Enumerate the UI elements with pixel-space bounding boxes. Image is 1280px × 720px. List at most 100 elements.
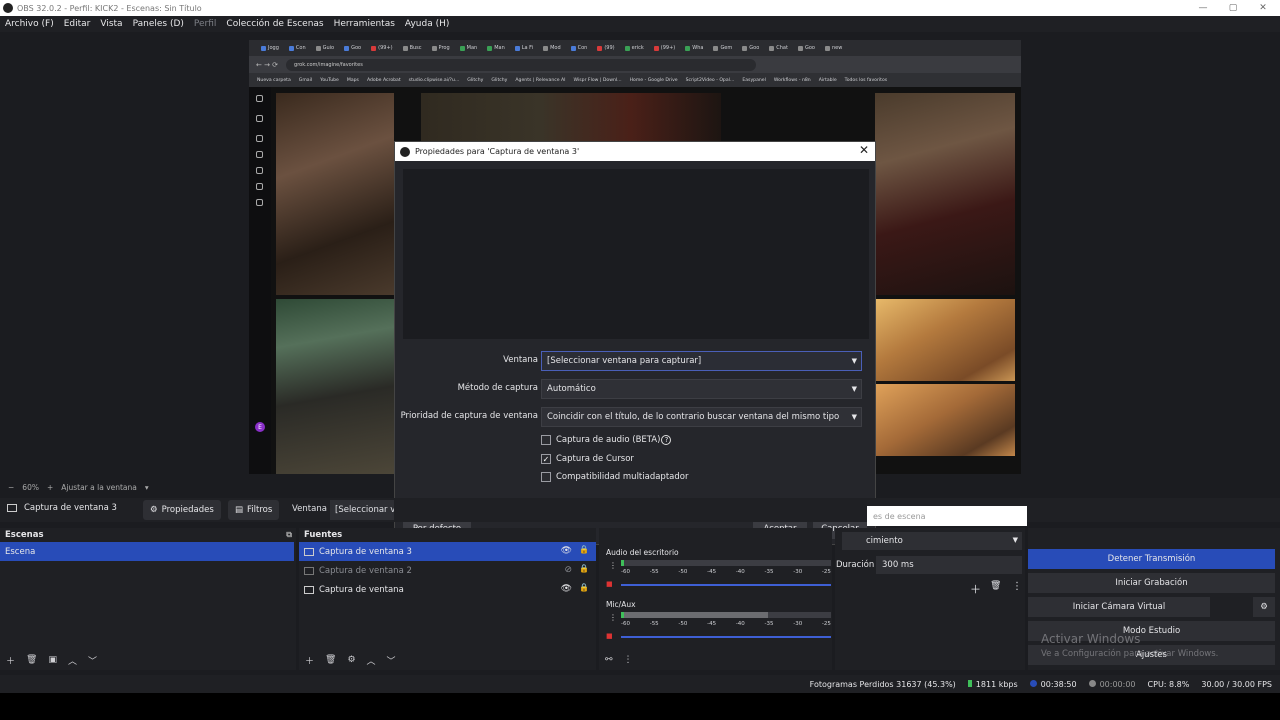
minimize-button[interactable]: — [1186, 0, 1220, 16]
transition-select[interactable]: cimiento ▼ [842, 532, 1022, 550]
browser-nav-icons: ← → ⟳ [256, 60, 279, 69]
trash-icon[interactable]: 🗑 [325, 655, 336, 665]
menu-editar[interactable]: Editar [64, 19, 91, 29]
window-capture-icon [304, 566, 314, 575]
kebab-menu-icon[interactable]: ⋮ [1012, 581, 1022, 592]
volume-slider[interactable] [621, 636, 831, 638]
stop-stream-button[interactable]: Detener Transmisión [1028, 549, 1275, 569]
checkbox-box[interactable] [541, 435, 551, 445]
browser-tab-label: Man [466, 45, 478, 51]
menu-vista[interactable]: Vista [100, 19, 122, 29]
duration-input[interactable]: 300 ms [876, 556, 1022, 574]
add-icon[interactable]: ＋ [305, 654, 314, 667]
properties-dialog: Propiedades para 'Captura de ventana 3' … [394, 141, 876, 545]
add-icon[interactable]: ＋ [6, 654, 15, 667]
capture-priority-select[interactable]: Coincidir con el título, de lo contrario… [541, 407, 862, 427]
trash-icon[interactable]: 🗑 [990, 581, 1001, 591]
menu-herramientas[interactable]: Herramientas [334, 19, 395, 29]
gear-icon[interactable]: ⚙ [347, 655, 355, 665]
undock-icon[interactable]: ⧉ [286, 530, 292, 540]
virtual-camera-settings-button[interactable]: ⚙ [1253, 597, 1275, 617]
arrow-up-icon[interactable]: ︿ [68, 654, 77, 667]
speaker-muted-icon[interactable]: ■ [606, 580, 614, 588]
kebab-menu-icon[interactable]: ⋮ [624, 655, 633, 665]
eye-icon[interactable]: 👁 [561, 584, 572, 594]
gear-icon: ⚙ [1260, 602, 1268, 612]
zoom-out-button[interactable]: − [8, 483, 14, 492]
virtual-camera-button[interactable]: Iniciar Cámara Virtual [1028, 597, 1210, 617]
browser-tab-label: Goo [351, 45, 362, 51]
source-item-label: Captura de ventana [319, 584, 404, 595]
image-grandma-cat [875, 299, 1015, 381]
browser-tab: (99) [593, 42, 618, 54]
checkbox-box[interactable] [541, 472, 551, 482]
channel-name: Audio del escritorio [606, 548, 679, 557]
meter-tick: -35 [764, 621, 774, 627]
scene-item[interactable]: Escena [0, 542, 294, 561]
meter-tick: -50 [678, 569, 688, 575]
add-icon[interactable]: ＋ [970, 581, 981, 597]
source-item-label: Captura de ventana 3 [319, 546, 412, 557]
bookmark-item: Gmail [298, 77, 313, 83]
window-label: Ventana [292, 504, 327, 514]
maximize-button[interactable]: ▢ [1216, 0, 1250, 16]
properties-button[interactable]: ⚙ Propiedades [143, 500, 221, 520]
browser-tab: Goo [794, 42, 819, 54]
link-icon[interactable]: ⚯ [605, 655, 613, 665]
field-capture-method: Método de captura Automático ▼ [395, 379, 877, 399]
trash-icon[interactable]: 🗑 [26, 655, 37, 665]
audio-capture-checkbox[interactable]: Captura de audio (BETA) ? [541, 434, 672, 446]
meter-peak [621, 612, 624, 618]
window-capture-icon [7, 504, 17, 512]
arrow-up-icon[interactable]: ︿ [367, 654, 376, 667]
source-item[interactable]: Captura de ventana 2 ⊘ 🔒 [299, 561, 596, 580]
menu-ayuda[interactable]: Ayuda (H) [405, 19, 449, 29]
capture-method-select[interactable]: Automático ▼ [541, 379, 862, 399]
field-label: Ventana [503, 355, 538, 365]
eye-hidden-icon[interactable]: ⊘ [564, 565, 572, 575]
multiadapter-checkbox[interactable]: Compatibilidad multiadaptador [541, 471, 688, 483]
scene-search-input[interactable]: es de escena [867, 506, 1027, 526]
filters-button[interactable]: ▤ Filtros [228, 500, 280, 520]
browser-tab-label: erick [631, 45, 644, 51]
arrow-down-icon[interactable]: ﹀ [387, 654, 396, 667]
window-select[interactable]: [Seleccionar ventana para capturar] ▼ [541, 351, 862, 371]
favicon-icon [742, 45, 748, 51]
favicon-icon [315, 45, 321, 51]
cursor-capture-checkbox[interactable]: ✓ Captura de Cursor [541, 453, 634, 465]
browser-tab-label: (99+) [378, 45, 393, 51]
fit-window-select[interactable]: Ajustar a la ventana [61, 483, 137, 492]
source-item[interactable]: Captura de ventana 👁 🔒 [299, 580, 596, 599]
volume-slider[interactable] [621, 584, 831, 586]
lock-icon[interactable]: 🔒 [579, 564, 589, 573]
bookmark-item: Glitchy [467, 77, 484, 83]
favicon-icon [570, 45, 576, 51]
dialog-close-button[interactable]: ✕ [859, 143, 869, 157]
mic-muted-icon[interactable]: ■ [606, 632, 614, 640]
lock-icon[interactable]: 🔒 [579, 583, 589, 592]
window-quick-select[interactable]: [Seleccionar ventana para capturar] [330, 500, 394, 520]
zoom-in-button[interactable]: + [47, 483, 53, 492]
lock-icon[interactable]: 🔒 [579, 545, 589, 554]
eye-icon[interactable]: 👁 [561, 546, 572, 556]
close-window-button[interactable]: ✕ [1246, 0, 1280, 16]
favicon-icon [797, 45, 803, 51]
menu-archivo[interactable]: Archivo (F) [5, 19, 54, 29]
filter-icon[interactable]: ▣ [48, 655, 57, 665]
menu-perfil[interactable]: Perfil [194, 19, 217, 29]
checkbox-box-checked[interactable]: ✓ [541, 454, 551, 464]
browser-tab: Wha [681, 42, 707, 54]
source-item[interactable]: Captura de ventana 3 👁 🔒 [299, 542, 596, 561]
kebab-menu-icon[interactable]: ⋮ [609, 613, 617, 622]
help-icon[interactable]: ? [661, 435, 672, 445]
preview-zoom-bar: − 60% + Ajustar a la ventana ▾ [0, 480, 260, 494]
dialog-title: Propiedades para 'Captura de ventana 3' [415, 147, 580, 156]
menu-coleccion-escenas[interactable]: Colección de Escenas [226, 19, 323, 29]
meter-tick: -60 [621, 569, 630, 575]
arrow-down-icon[interactable]: ﹀ [88, 654, 97, 667]
start-recording-button[interactable]: Iniciar Grabación [1028, 573, 1275, 593]
meter-level [621, 560, 624, 566]
kebab-menu-icon[interactable]: ⋮ [609, 561, 617, 570]
menu-paneles[interactable]: Paneles (D) [133, 19, 184, 29]
image-wine-barrel [875, 93, 1015, 295]
